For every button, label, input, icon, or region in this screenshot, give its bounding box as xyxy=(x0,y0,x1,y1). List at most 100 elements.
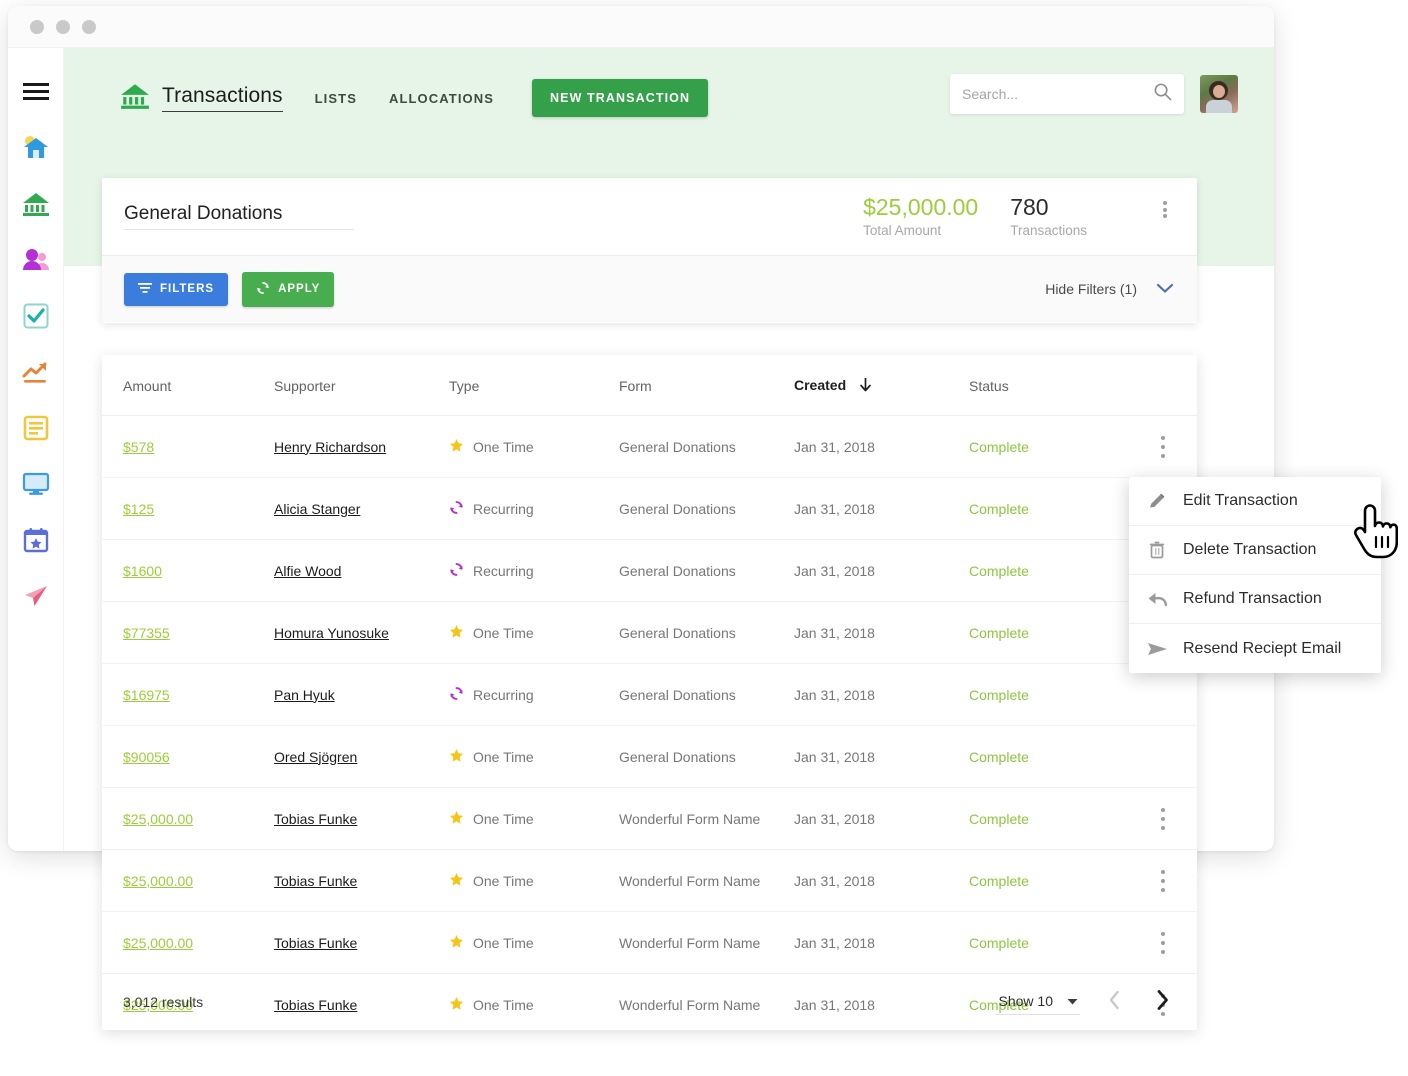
row-more-options-icon[interactable] xyxy=(1129,433,1197,460)
page-size-label: Show 10 xyxy=(998,992,1053,1009)
cell-created: Jan 31, 2018 xyxy=(794,725,969,788)
reply-arrow-icon xyxy=(1146,590,1168,608)
cell-type: One Time xyxy=(449,415,619,478)
nav-link-allocations[interactable]: ALLOCATIONS xyxy=(389,91,494,106)
search-box[interactable] xyxy=(950,74,1184,114)
table-row[interactable]: $578 Henry Richardson One Time General Dona… xyxy=(102,415,1197,478)
results-count: 3,012 results xyxy=(123,994,204,1010)
sidebar-item-menu[interactable] xyxy=(8,64,64,120)
page-size-select[interactable]: Show 10 xyxy=(994,990,1080,1015)
column-header-type[interactable]: Type xyxy=(449,355,619,416)
sidebar-item-supporters[interactable] xyxy=(8,232,64,288)
supporter-link[interactable]: Homura Yunosuke xyxy=(274,625,389,641)
cell-amount: $90056 xyxy=(102,725,274,788)
column-header-supporter[interactable]: Supporter xyxy=(274,355,449,416)
menu-item-label: Resend Reciept Email xyxy=(1183,639,1342,657)
menu-item-label: Delete Transaction xyxy=(1183,541,1317,558)
column-header-amount[interactable]: Amount xyxy=(102,355,274,416)
status-badge: Complete xyxy=(969,934,1029,951)
supporter-link[interactable]: Tobias Funke xyxy=(274,935,357,951)
supporter-link[interactable]: Alicia Stanger xyxy=(274,501,360,517)
cell-supporter: Homura Yunosuke xyxy=(274,601,449,664)
amount-link[interactable]: $90056 xyxy=(123,749,170,765)
table-row[interactable]: $77355 Homura Yunosuke One Time General Don… xyxy=(102,601,1197,664)
chevron-right-icon[interactable] xyxy=(1149,987,1176,1018)
cell-form: General Donations xyxy=(619,663,794,726)
amount-link[interactable]: $578 xyxy=(123,439,154,455)
more-options-icon[interactable] xyxy=(1155,195,1175,225)
supporter-link[interactable]: Henry Richardson xyxy=(274,439,386,455)
row-more-options-icon[interactable] xyxy=(1129,867,1197,894)
amount-link[interactable]: $25,000.00 xyxy=(123,873,193,889)
cell-type: One Time xyxy=(449,725,619,788)
sidebar-item-home[interactable] xyxy=(8,120,64,176)
type-label: Recurring xyxy=(473,500,534,517)
amount-link[interactable]: $16975 xyxy=(123,687,170,703)
supporter-link[interactable]: Tobias Funke xyxy=(274,873,357,889)
transactions-label: Transactions xyxy=(1010,223,1087,239)
menu-item-delete-transaction[interactable]: Delete Transaction xyxy=(1129,526,1381,575)
sidebar-item-tasks[interactable] xyxy=(8,288,64,344)
monitor-icon xyxy=(22,472,50,496)
column-header-form[interactable]: Form xyxy=(619,355,794,416)
avatar[interactable] xyxy=(1200,75,1238,113)
cell-created: Jan 31, 2018 xyxy=(794,663,969,726)
new-transaction-button[interactable]: NEW TRANSACTION xyxy=(532,79,709,117)
table-row[interactable]: $16975 Pan Hyuk Recurring General Donations… xyxy=(102,663,1197,726)
supporter-link[interactable]: Tobias Funke xyxy=(274,811,357,827)
table-row[interactable]: $25,000.00 Tobias Funke One Time Wonderful … xyxy=(102,911,1197,974)
amount-link[interactable]: $25,000.00 xyxy=(123,935,193,951)
sidebar-item-reports[interactable] xyxy=(8,344,64,400)
search-icon[interactable] xyxy=(1153,82,1172,106)
brand: Transactions xyxy=(120,82,283,115)
amount-link[interactable]: $25,000.00 xyxy=(123,811,193,827)
amount-link[interactable]: $1600 xyxy=(123,563,162,579)
chevron-left-icon[interactable] xyxy=(1102,988,1127,1017)
supporter-link[interactable]: Alfie Wood xyxy=(274,563,341,579)
filters-button[interactable]: FILTERS xyxy=(124,272,229,306)
hide-filters-toggle[interactable]: Hide Filters (1) xyxy=(1045,281,1175,297)
status-badge: Complete xyxy=(969,500,1029,517)
table-row[interactable]: $25,000.00 Tobias Funke One Time Wonderful … xyxy=(102,787,1197,850)
table-row[interactable]: $90056 Ored Sjögren One Time General Donati… xyxy=(102,725,1197,788)
column-header-created[interactable]: Created xyxy=(794,355,969,416)
close-dot[interactable] xyxy=(30,19,44,34)
sidebar-item-events[interactable] xyxy=(8,512,64,568)
row-more-options-icon[interactable] xyxy=(1129,929,1197,956)
column-header-actions xyxy=(1129,355,1197,416)
amount-link[interactable]: $77355 xyxy=(123,625,170,641)
search-input[interactable] xyxy=(962,86,1153,102)
minimize-dot[interactable] xyxy=(56,19,70,34)
sidebar-item-website[interactable] xyxy=(8,456,64,512)
apply-button[interactable]: APPLY xyxy=(242,271,335,307)
sidebar-item-forms[interactable] xyxy=(8,400,64,456)
filter-icon xyxy=(138,282,152,297)
table-body: $578 Henry Richardson One Time General Dona… xyxy=(102,415,1197,1036)
nav-link-lists[interactable]: LISTS xyxy=(315,91,357,106)
type-label: One Time xyxy=(473,748,534,765)
supporter-link[interactable]: Pan Hyuk xyxy=(274,687,335,703)
chevron-down-icon[interactable] xyxy=(1155,281,1175,297)
sidebar-item-campaigns[interactable] xyxy=(8,568,64,624)
cell-actions xyxy=(1129,911,1197,974)
cell-actions xyxy=(1129,787,1197,850)
menu-item-edit-transaction[interactable]: Edit Transaction xyxy=(1129,477,1381,526)
supporter-link[interactable]: Ored Sjögren xyxy=(274,749,357,765)
cell-type: Recurring xyxy=(449,663,619,726)
caret-down-icon[interactable] xyxy=(1067,993,1078,1009)
menu-item-refund-transaction[interactable]: Refund Transaction xyxy=(1129,575,1381,624)
sidebar-item-transactions[interactable] xyxy=(8,176,64,232)
status-badge: Complete xyxy=(969,872,1029,889)
cell-amount: $125 xyxy=(102,477,274,540)
menu-item-resend-receipt-email[interactable]: Resend Reciept Email xyxy=(1129,624,1381,673)
cell-type: Recurring xyxy=(449,477,619,540)
table-row[interactable]: $25,000.00 Tobias Funke One Time Wonderful … xyxy=(102,849,1197,912)
table-row[interactable]: $125 Alicia Stanger Recurring General Donat… xyxy=(102,477,1197,540)
stat-total-amount: $25,000.00 Total Amount xyxy=(863,194,978,238)
maximize-dot[interactable] xyxy=(82,19,96,34)
amount-link[interactable]: $125 xyxy=(123,501,154,517)
cell-form: General Donations xyxy=(619,539,794,602)
row-more-options-icon[interactable] xyxy=(1129,805,1197,832)
column-header-status[interactable]: Status xyxy=(969,355,1129,416)
table-row[interactable]: $1600 Alfie Wood Recurring General Donation… xyxy=(102,539,1197,602)
